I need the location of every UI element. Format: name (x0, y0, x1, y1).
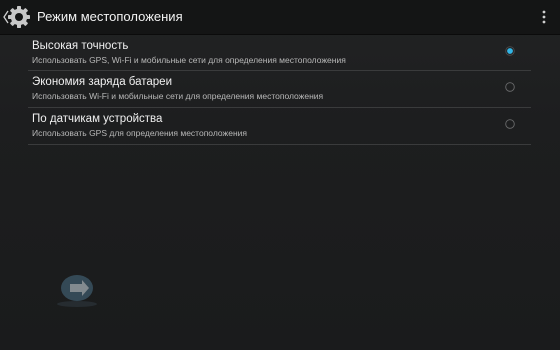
option-subtitle: Использовать GPS для определения местопо… (32, 128, 247, 138)
action-bar: Режим местоположения (0, 0, 560, 35)
overflow-menu-icon[interactable] (542, 10, 546, 24)
radio-unselected-icon[interactable] (505, 119, 515, 129)
location-mode-high-accuracy[interactable]: Высокая точность Использовать GPS, Wi-Fi… (28, 35, 531, 71)
radio-unselected-icon[interactable] (505, 82, 515, 92)
page-title: Режим местоположения (37, 9, 183, 24)
location-mode-device-only[interactable]: По датчикам устройства Использовать GPS … (28, 108, 531, 145)
option-subtitle: Использовать Wi-Fi и мобильные сети для … (32, 91, 324, 101)
location-mode-list: Высокая точность Использовать GPS, Wi-Fi… (28, 35, 531, 145)
option-title: По датчикам устройства (32, 113, 163, 125)
settings-gear-icon[interactable] (7, 5, 31, 29)
option-title: Высокая точность (32, 40, 129, 52)
radio-selected-icon[interactable] (505, 46, 515, 56)
option-title: Экономия заряда батареи (32, 76, 172, 88)
option-subtitle: Использовать GPS, Wi-Fi и мобильные сети… (32, 55, 346, 65)
location-mode-battery-saving[interactable]: Экономия заряда батареи Использовать Wi-… (28, 71, 531, 108)
watermark-logo-icon (57, 275, 97, 307)
